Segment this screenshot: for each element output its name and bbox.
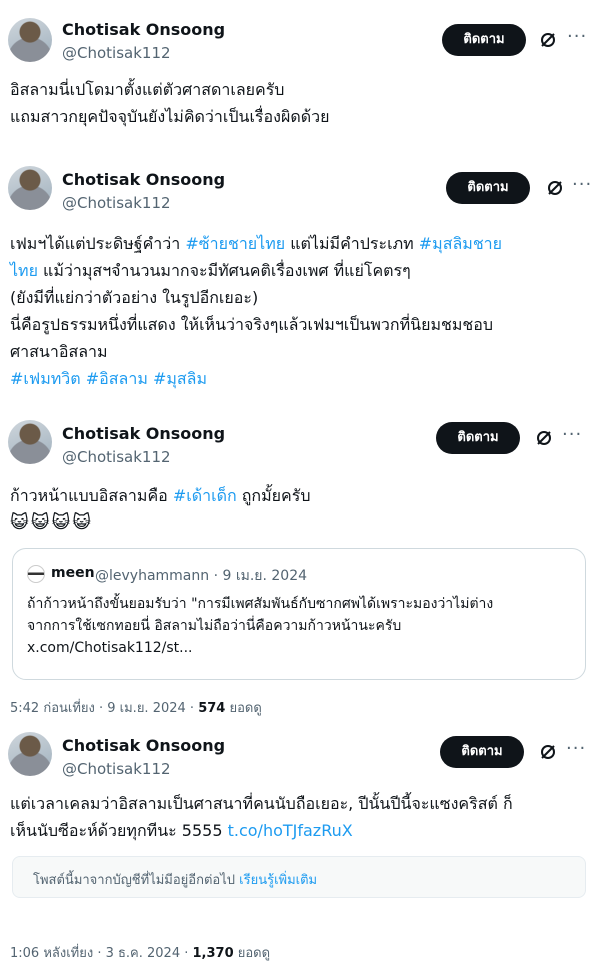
tweet-1: Chotisak Onsoong @Chotisak112 ติดตาม ···… xyxy=(0,0,600,150)
quoted-author-handle: @levyhammann · 9 เม.ย. 2024 xyxy=(95,568,308,584)
quoted-author-name: meen xyxy=(51,565,95,581)
follow-button[interactable]: ติดตาม xyxy=(446,172,530,204)
hashtag-link[interactable]: #ซ้ายชายไทย xyxy=(185,234,285,253)
more-icon[interactable]: ··· xyxy=(567,28,587,46)
text-segment: แม้ว่ามุสฯจำนวนมากจะมีทัศนคติเรื่องเพศ ท… xyxy=(10,261,494,361)
tweet-text: อิสลามนี่เปโดมาตั้งแต่ตัวศาสดาเลยครับ แถ… xyxy=(10,80,330,126)
tweet-text: แต่เวลาเคลมว่าอิสลามเป็นศาสนาที่คนนับถือ… xyxy=(10,790,595,844)
more-icon[interactable]: ··· xyxy=(562,426,582,444)
more-icon[interactable]: ··· xyxy=(572,176,592,194)
avatar[interactable] xyxy=(8,732,52,776)
quoted-tweet[interactable]: meen @levyhammann · 9 เม.ย. 2024 ถ้าก้าว… xyxy=(12,548,586,680)
tweet-meta: 1:06 หลังเที่ยง · 3 ธ.ค. 2024 · 1,370 ยอ… xyxy=(10,942,270,963)
author-handle[interactable]: @Chotisak112 xyxy=(62,194,171,212)
tweet-4: Chotisak Onsoong @Chotisak112 ติดตาม ···… xyxy=(0,720,600,964)
view-label: ยอดดู xyxy=(233,946,271,961)
hashtag-link[interactable]: #เด้าเด็ก xyxy=(173,486,237,505)
view-count: 1,370 xyxy=(192,946,234,961)
avatar[interactable] xyxy=(8,420,52,464)
emoji-row: 😺😺😺😺 xyxy=(10,512,94,533)
grok-icon[interactable] xyxy=(539,31,557,49)
avatar[interactable] xyxy=(8,166,52,210)
tweet-link[interactable]: t.co/hoTJfazRuX xyxy=(228,821,353,840)
text-segment: แต่ไม่มีคำประเภท xyxy=(285,234,419,253)
author-name[interactable]: Chotisak Onsoong xyxy=(62,736,225,755)
tweet-text: เฟมฯได้แต่ประดิษฐ์คำว่า #ซ้ายชายไทย แต่ไ… xyxy=(10,230,595,392)
avatar[interactable] xyxy=(8,18,52,62)
tweet-2: Chotisak Onsoong @Chotisak112 ติดตาม ···… xyxy=(0,150,600,410)
timestamp[interactable]: 5:42 ก่อนเที่ยง · 9 เม.ย. 2024 · xyxy=(10,701,198,716)
more-icon[interactable]: ··· xyxy=(566,740,586,758)
author-name[interactable]: Chotisak Onsoong xyxy=(62,20,225,39)
hashtags-line[interactable]: #เฟมทวิต #อิสลาม #มุสลิม xyxy=(10,369,207,388)
quoted-text: ถ้าก้าวหน้าถึงขั้นยอมรับว่า "การมีเพศสัม… xyxy=(27,596,494,656)
grok-icon[interactable] xyxy=(535,429,553,447)
follow-button[interactable]: ติดตาม xyxy=(442,24,526,56)
author-name[interactable]: Chotisak Onsoong xyxy=(62,170,225,189)
deleted-account-notice: โพสต์นี้มาจากบัญชีที่ไม่มีอยู่อีกต่อไป เ… xyxy=(12,856,586,898)
grok-icon[interactable] xyxy=(546,179,564,197)
learn-more-link[interactable]: เรียนรู้เพิ่มเติม xyxy=(239,873,317,888)
text-segment: เฟมฯได้แต่ประดิษฐ์คำว่า xyxy=(10,234,186,253)
view-label: ยอดดู xyxy=(225,701,262,716)
author-handle[interactable]: @Chotisak112 xyxy=(62,448,171,466)
quoted-avatar xyxy=(27,565,45,583)
text-segment: ถูกมั้ยครับ xyxy=(236,486,311,505)
tweet-3: Chotisak Onsoong @Chotisak112 ติดตาม ···… xyxy=(0,410,600,720)
follow-button[interactable]: ติดตาม xyxy=(436,422,520,454)
follow-button[interactable]: ติดตาม xyxy=(440,736,524,768)
tweet-text: ก้าวหน้าแบบอิสลามคือ #เด้าเด็ก ถูกมั้ยคร… xyxy=(10,482,590,509)
author-handle[interactable]: @Chotisak112 xyxy=(62,760,171,778)
view-count: 574 xyxy=(198,701,226,716)
author-name[interactable]: Chotisak Onsoong xyxy=(62,424,225,443)
text-segment: ก้าวหน้าแบบอิสลามคือ xyxy=(10,486,173,505)
grok-icon[interactable] xyxy=(539,743,557,761)
notice-text: โพสต์นี้มาจากบัญชีที่ไม่มีอยู่อีกต่อไป xyxy=(33,873,240,888)
timestamp[interactable]: 1:06 หลังเที่ยง · 3 ธ.ค. 2024 · xyxy=(10,946,193,961)
author-handle[interactable]: @Chotisak112 xyxy=(62,44,171,62)
tweet-meta: 5:42 ก่อนเที่ยง · 9 เม.ย. 2024 · 574 ยอด… xyxy=(10,697,262,718)
